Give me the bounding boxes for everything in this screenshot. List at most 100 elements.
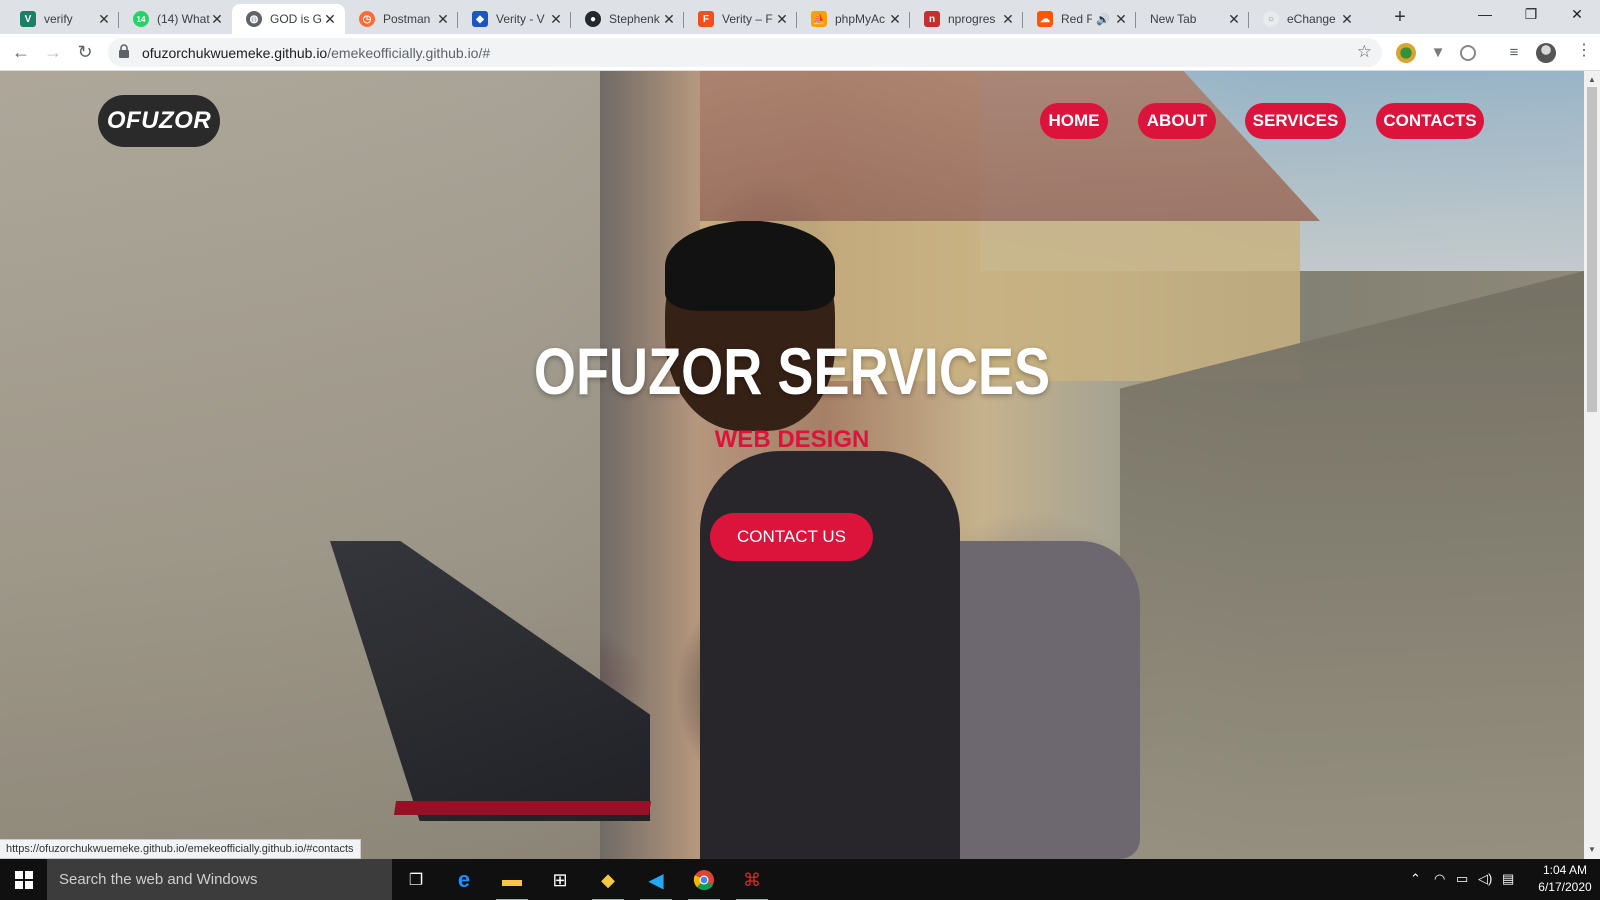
volume-icon[interactable]: ◁) [1478,871,1492,887]
close-window-icon[interactable]: ✕ [1554,0,1600,30]
git-gui-icon[interactable]: ◆ [588,863,628,900]
tab-verity-v[interactable]: ◆ Verity - V ✕ [458,4,571,34]
forward-arrow-icon[interactable]: → [41,41,65,65]
page-scrollbar[interactable]: ▲ ▼ [1584,71,1600,859]
verity-favicon-icon: ◆ [472,11,488,27]
scroll-up-icon[interactable]: ▲ [1584,73,1600,87]
profile-avatar[interactable] [1536,43,1556,63]
close-tab-icon[interactable]: ✕ [549,11,563,28]
tab-phpmyadmin[interactable]: ⛵ phpMyAc ✕ [797,4,910,34]
speaker-icon[interactable]: 🔊 [1092,13,1114,26]
site-logo[interactable]: OFUZOR [98,95,220,147]
close-tab-icon[interactable]: ✕ [1114,11,1128,28]
close-tab-icon[interactable]: ✕ [888,11,902,28]
tab-title: nprogres [948,12,996,26]
tab-title: Stephenk [609,12,660,26]
close-tab-icon[interactable]: ✕ [1001,11,1015,28]
new-tab-plus-icon[interactable]: + [1388,6,1412,30]
close-tab-icon[interactable]: ✕ [210,11,224,28]
globe-favicon-icon: ◍ [246,11,262,27]
whatsapp-favicon-icon: 14 [133,11,149,27]
store-icon[interactable]: ⊞ [540,863,580,897]
tab-title: Verity – F [722,12,773,26]
close-tab-icon[interactable]: ✕ [775,11,789,28]
wifi-icon[interactable]: ◠ [1434,871,1445,887]
page-viewport: OFUZOR HOME ABOUT SERVICES CONTACTS OFUZ… [0,71,1584,859]
close-tab-icon[interactable]: ✕ [323,11,337,28]
tab-postman[interactable]: ◷ Postman ✕ [345,4,458,34]
extension-circle-icon[interactable] [1460,45,1476,61]
close-tab-icon[interactable]: ✕ [97,11,111,28]
close-tab-icon[interactable]: ✕ [436,11,450,28]
lock-icon [119,44,129,58]
npm-favicon-icon: n [924,11,940,27]
postman-favicon-icon: ◷ [359,11,375,27]
tab-title: Verity - V [496,12,545,26]
minimize-icon[interactable]: — [1462,0,1508,30]
close-tab-icon[interactable]: ✕ [1340,11,1354,28]
scroll-thumb[interactable] [1587,87,1597,412]
url-text: ofuzorchukwuemeke.github.io/emekeofficia… [142,45,490,61]
media-controls-icon[interactable]: ≡ [1504,43,1524,63]
back-arrow-icon[interactable]: ← [9,41,33,65]
tab-nprogress[interactable]: n nprogres ✕ [910,4,1023,34]
address-bar[interactable]: ofuzorchukwuemeke.github.io/emekeofficia… [108,38,1382,67]
tab-title: phpMyAc [835,12,886,26]
nav-about[interactable]: ABOUT [1138,103,1216,139]
tab-verify[interactable]: V verify ✕ [6,4,119,34]
file-explorer-icon[interactable]: ▬ [492,863,532,900]
acrobat-icon[interactable]: ⌘ [732,863,772,900]
tab-god-is-g[interactable]: ◍ GOD is G ✕ [232,4,345,34]
nav-home[interactable]: HOME [1040,103,1108,139]
tab-strip: V verify ✕ 14 (14) What ✕ ◍ GOD is G ✕ ◷… [0,0,1600,34]
restore-icon[interactable]: ❐ [1508,0,1554,30]
tab-title: verify [44,12,73,26]
action-center-icon[interactable]: ▤ [1502,871,1514,887]
reload-icon[interactable]: ↻ [73,41,97,65]
tab-new-tab[interactable]: New Tab ✕ [1136,4,1249,34]
status-bar-link: https://ofuzorchukwuemeke.github.io/emek… [0,839,361,859]
soundcloud-favicon-icon: ☁ [1037,11,1053,27]
echange-favicon-icon: ○ [1263,11,1279,27]
task-view-icon[interactable]: ❐ [396,863,436,897]
extension-globe-icon[interactable] [1396,43,1416,63]
nav-services[interactable]: SERVICES [1245,103,1346,139]
nav-contacts[interactable]: CONTACTS [1376,103,1484,139]
tray-chevron-icon[interactable]: ⌃ [1410,871,1421,887]
tab-figma[interactable]: F Verity – F ✕ [684,4,797,34]
tab-title: GOD is G [270,12,323,26]
tab-title: New Tab [1150,12,1197,26]
url-host: ofuzorchukwuemeke.github.io [142,45,328,61]
verify-favicon-icon: V [20,11,36,27]
edge-icon[interactable]: e [444,863,484,897]
tab-red-f[interactable]: ☁ Red F 🔊 ✕ [1023,4,1136,34]
close-tab-icon[interactable]: ✕ [1227,11,1241,28]
chrome-icon[interactable] [684,863,724,900]
vuejs-extension-icon[interactable]: ▼ [1428,43,1448,63]
github-favicon-icon: ● [585,11,601,27]
phpmyadmin-favicon-icon: ⛵ [811,11,827,27]
windows-taskbar: Search the web and Windows ❐ e ▬ ⊞ ◆ ◀ ⌘… [0,859,1600,900]
tab-title: Postman [383,12,431,26]
battery-icon[interactable]: ▭ [1456,871,1468,887]
hero-title: OFUZOR SERVICES [533,334,1051,408]
scroll-down-icon[interactable]: ▼ [1584,843,1600,857]
taskbar-clock[interactable]: 1:04 AM 6/17/2020 [1532,862,1598,896]
tab-echange[interactable]: ○ eChange ✕ [1249,4,1362,34]
vscode-icon[interactable]: ◀ [636,863,676,900]
close-tab-icon[interactable]: ✕ [662,11,676,28]
taskbar-search-box[interactable]: Search the web and Windows [47,859,392,900]
clock-date: 6/17/2020 [1538,880,1592,894]
browser-toolbar: ← → ↻ ofuzorchukwuemeke.github.io/emekeo… [0,34,1600,71]
tab-github[interactable]: ● Stephenk ✕ [571,4,684,34]
clock-time: 1:04 AM [1542,863,1588,877]
hero-subtitle: WEB DESIGN [714,426,870,453]
menu-kebab-icon[interactable]: ⋮ [1576,42,1592,60]
contact-us-button[interactable]: CONTACT US [710,513,873,561]
tab-title: eChange [1287,12,1336,26]
tab-whatsapp[interactable]: 14 (14) What ✕ [119,4,232,34]
bookmark-star-icon[interactable]: ☆ [1357,42,1372,62]
windows-start-icon[interactable] [0,859,47,900]
tab-title: (14) What [157,12,210,26]
figma-favicon-icon: F [698,11,714,27]
